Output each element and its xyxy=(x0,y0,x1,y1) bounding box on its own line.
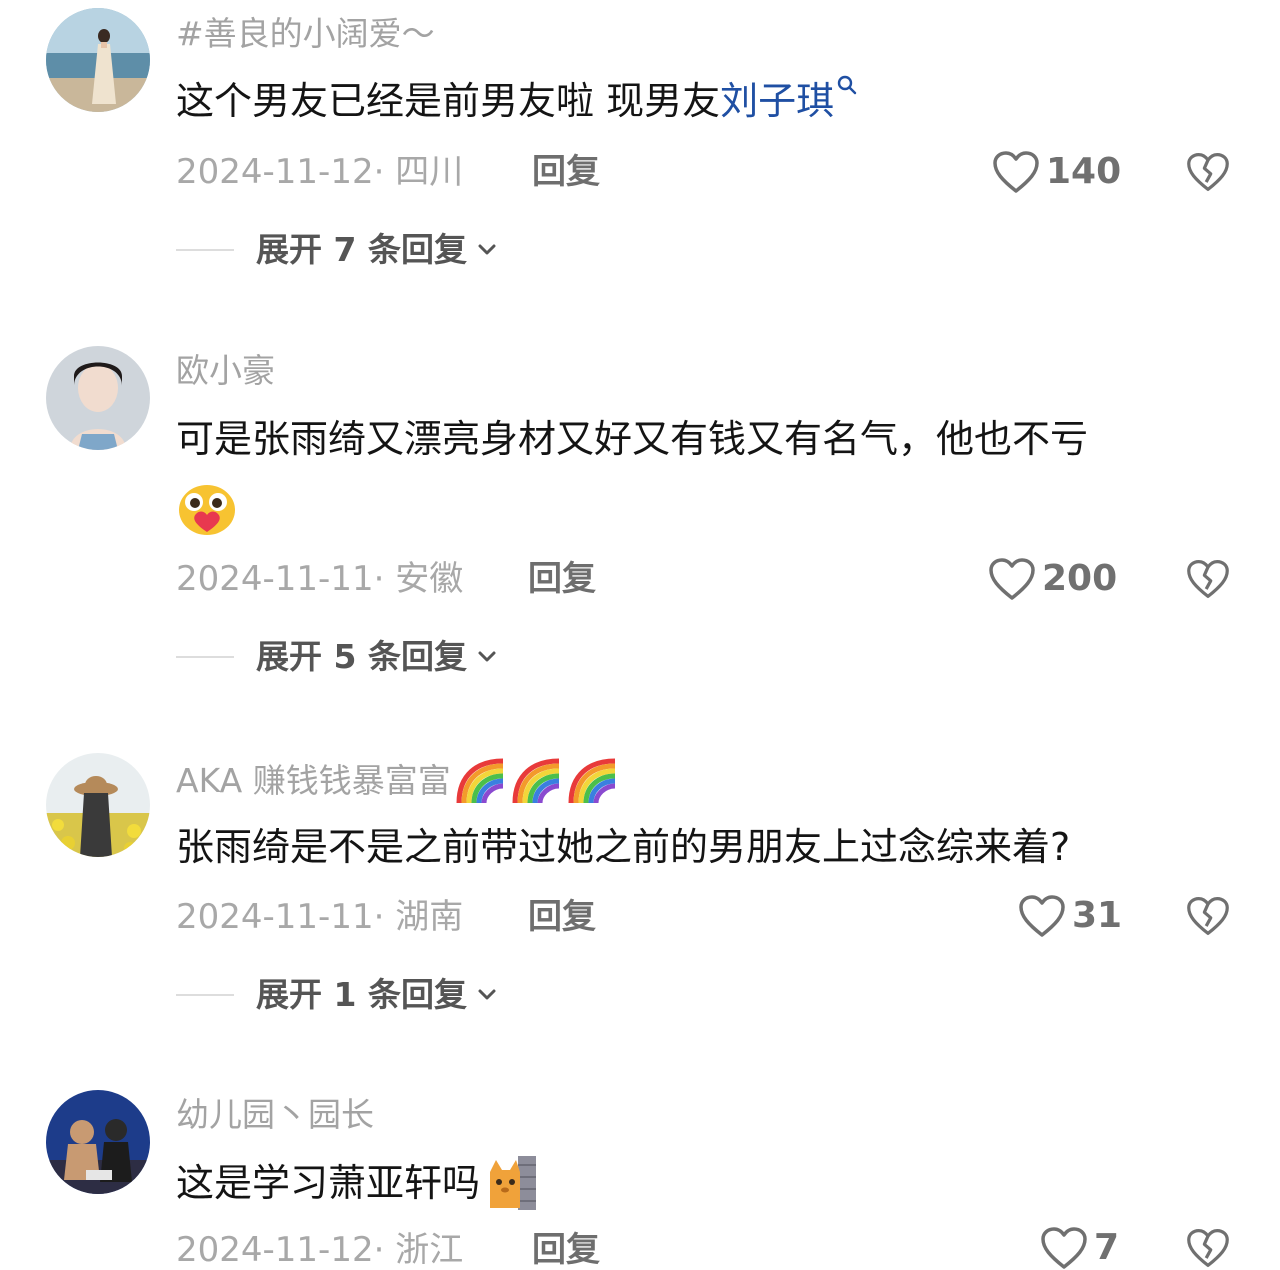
comment-body: 张雨绮是不是之前带过她之前的男朋友上过念综来着? xyxy=(176,825,1071,869)
broken-heart-icon[interactable] xyxy=(1186,1226,1230,1270)
divider xyxy=(176,249,234,251)
comment-body: 这是学习萧亚轩吗 xyxy=(176,1161,481,1205)
broken-heart-icon[interactable] xyxy=(1186,150,1230,194)
comment-date-location: 2024-11-11· 安徽 xyxy=(176,559,464,599)
username-text: AKA 赚钱钱暴富富 xyxy=(176,761,451,800)
like-button[interactable]: 31 xyxy=(1018,894,1122,938)
avatar[interactable] xyxy=(46,753,150,857)
comment-text: 可是张雨绮又漂亮身材又好又有钱又有名气，他也不亏 xyxy=(176,406,1216,472)
comment-body: 可是张雨绮又漂亮身材又好又有钱又有名气，他也不亏 xyxy=(176,417,1089,461)
like-button[interactable]: 7 xyxy=(1040,1226,1119,1270)
expand-label: 展开 1 条回复 xyxy=(256,975,467,1014)
expand-replies-button[interactable]: 展开 7 条回复 xyxy=(176,230,499,270)
like-count: 7 xyxy=(1094,1227,1120,1268)
comment-date-location: 2024-11-11· 湖南 xyxy=(176,897,464,937)
reply-button[interactable]: 回复 xyxy=(532,1230,600,1270)
chevron-down-icon xyxy=(478,244,496,255)
like-count: 31 xyxy=(1072,895,1123,936)
avatar[interactable] xyxy=(46,1090,150,1194)
like-count: 140 xyxy=(1046,151,1122,192)
username[interactable]: AKA 赚钱钱暴富富 xyxy=(176,757,625,805)
search-icon[interactable] xyxy=(836,74,858,96)
expand-label: 展开 5 条回复 xyxy=(256,637,467,676)
hug-heart-emoji-icon xyxy=(179,485,235,535)
divider xyxy=(176,656,234,658)
avatar[interactable] xyxy=(46,346,150,450)
expand-replies-button[interactable]: 展开 5 条回复 xyxy=(176,637,499,677)
comment-body: 这个男友已经是前男友啦 现男友 xyxy=(176,79,721,123)
avatar[interactable] xyxy=(46,8,150,112)
heart-icon xyxy=(989,558,1035,600)
heart-icon xyxy=(1041,1227,1087,1269)
like-button[interactable]: 140 xyxy=(992,150,1121,194)
like-button[interactable]: 200 xyxy=(988,557,1117,601)
reply-button[interactable]: 回复 xyxy=(528,559,596,599)
broken-heart-icon[interactable] xyxy=(1186,894,1230,938)
username[interactable]: 欧小豪 xyxy=(176,351,275,391)
chevron-down-icon xyxy=(478,989,496,1000)
rainbow-emoji-icon xyxy=(456,758,615,804)
expand-label: 展开 7 条回复 xyxy=(256,230,467,269)
comment-text: 这个男友已经是前男友啦 现男友刘子琪 xyxy=(176,68,1216,134)
comment-text: 张雨绮是不是之前带过她之前的男朋友上过念综来着? xyxy=(176,814,1216,880)
comment-date-location: 2024-11-12· 浙江 xyxy=(176,1230,464,1270)
cat-peeking-emoji-icon xyxy=(490,1156,537,1210)
comment-text: 这是学习萧亚轩吗 xyxy=(176,1150,1216,1216)
divider xyxy=(176,994,234,996)
chevron-down-icon xyxy=(478,651,496,662)
like-count: 200 xyxy=(1042,558,1118,599)
broken-heart-icon[interactable] xyxy=(1186,557,1230,601)
heart-icon xyxy=(993,151,1039,193)
username[interactable]: #善良的小阔爱～ xyxy=(176,14,435,54)
reply-button[interactable]: 回复 xyxy=(532,152,600,192)
heart-icon xyxy=(1019,895,1065,937)
comment-date-location: 2024-11-12· 四川 xyxy=(176,152,464,192)
username[interactable]: 幼儿园丶园长 xyxy=(176,1095,374,1135)
reply-button[interactable]: 回复 xyxy=(528,897,596,937)
mention-link[interactable]: 刘子琪 xyxy=(720,79,834,123)
expand-replies-button[interactable]: 展开 1 条回复 xyxy=(176,975,499,1015)
